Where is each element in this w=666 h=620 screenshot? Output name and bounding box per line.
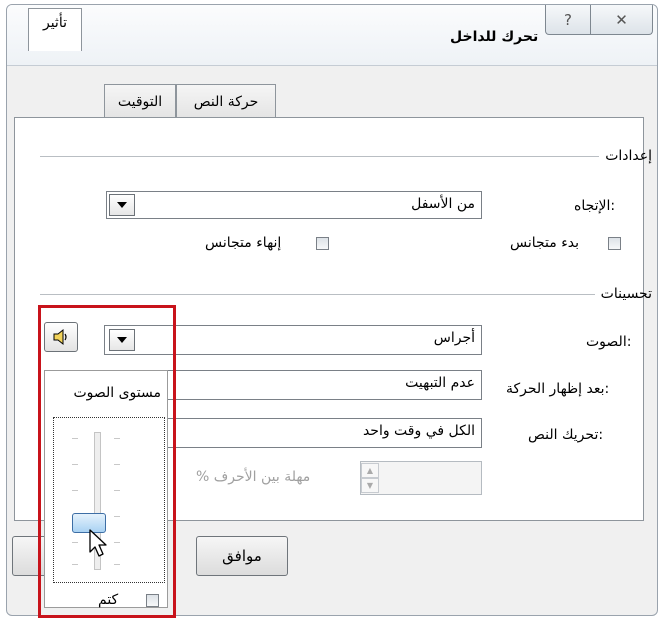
volume-slider-area[interactable] xyxy=(53,417,165,583)
sound-dropdown[interactable]: أجراس xyxy=(104,325,482,355)
tab-text-animation-label: حركة النص xyxy=(193,93,259,110)
sound-dropdown-button[interactable] xyxy=(109,329,135,351)
dialog-title: تحرك للداخل xyxy=(450,29,539,45)
direction-dropdown-button[interactable] xyxy=(109,194,135,216)
direction-dropdown[interactable]: من الأسفل xyxy=(106,191,482,219)
tab-effect-label: تأثير xyxy=(42,15,67,31)
animate-text-value: الكل في وقت واحد xyxy=(362,423,475,439)
slider-tick xyxy=(72,490,78,491)
sound-label: الصوت: xyxy=(586,334,632,350)
tab-timing[interactable]: التوقيت xyxy=(104,84,176,118)
settings-section-label: إعدادات xyxy=(605,148,652,164)
tab-effect[interactable]: تأثير xyxy=(28,8,82,51)
slider-tick xyxy=(72,464,78,465)
chevron-down-icon xyxy=(117,337,127,343)
spin-down-icon: ▼ xyxy=(366,481,374,490)
section-divider xyxy=(40,155,600,157)
after-animation-label: بعد إظهار الحركة: xyxy=(506,381,610,397)
settings-section-header: إعدادات xyxy=(18,148,652,164)
section-divider xyxy=(40,293,595,295)
enhancements-section-header: تحسينات xyxy=(18,286,652,302)
tab-timing-label: التوقيت xyxy=(117,93,163,110)
volume-popup: مستوى الصوت xyxy=(44,370,168,608)
volume-button[interactable] xyxy=(44,322,78,352)
mute-label: كتم xyxy=(98,592,119,608)
chevron-down-icon xyxy=(117,202,127,208)
slider-tick xyxy=(114,564,120,565)
slider-tick xyxy=(114,464,120,465)
slider-tick xyxy=(72,438,78,439)
direction-value: من الأسفل xyxy=(411,196,475,212)
close-button[interactable]: ✕ xyxy=(591,5,653,35)
spin-down-button[interactable]: ▼ xyxy=(361,478,379,493)
animate-text-label: تحريك النص: xyxy=(528,427,604,443)
help-icon: ? xyxy=(564,10,572,29)
slider-tick xyxy=(72,542,78,543)
slider-tick xyxy=(72,564,78,565)
after-animation-value: عدم التبهيت xyxy=(405,375,475,391)
enhancements-section-label: تحسينات xyxy=(600,286,652,302)
volume-popup-title: مستوى الصوت xyxy=(73,385,161,401)
sound-value: أجراس xyxy=(433,330,475,346)
title-bar: تحرك للداخل ? ✕ xyxy=(7,5,657,66)
smooth-end-checkbox[interactable] xyxy=(316,237,329,250)
close-icon: ✕ xyxy=(615,10,628,29)
spin-up-button[interactable]: ▲ xyxy=(361,463,379,478)
smooth-end-label: إنهاء متجانس xyxy=(205,235,282,251)
delay-between-letters-spinner[interactable]: ▲ ▼ xyxy=(360,461,482,495)
mute-checkbox[interactable] xyxy=(146,594,159,607)
mouse-cursor-icon xyxy=(89,529,107,557)
smooth-start-label: بدء متجانس xyxy=(510,235,580,251)
speaker-icon xyxy=(53,328,67,346)
spin-up-icon: ▲ xyxy=(366,466,374,475)
slider-tick xyxy=(114,542,120,543)
direction-label: الإتجاه: xyxy=(574,198,616,214)
slider-tick xyxy=(114,516,120,517)
smooth-start-checkbox[interactable] xyxy=(608,237,621,250)
ok-button[interactable]: موافق xyxy=(196,536,288,576)
ok-button-label: موافق xyxy=(222,547,262,565)
delay-label: % مهلة بين الأحرف xyxy=(196,469,311,485)
slider-tick xyxy=(114,438,120,439)
tab-text-animation[interactable]: حركة النص xyxy=(176,84,276,118)
slider-tick xyxy=(114,490,120,491)
help-button[interactable]: ? xyxy=(545,5,591,35)
